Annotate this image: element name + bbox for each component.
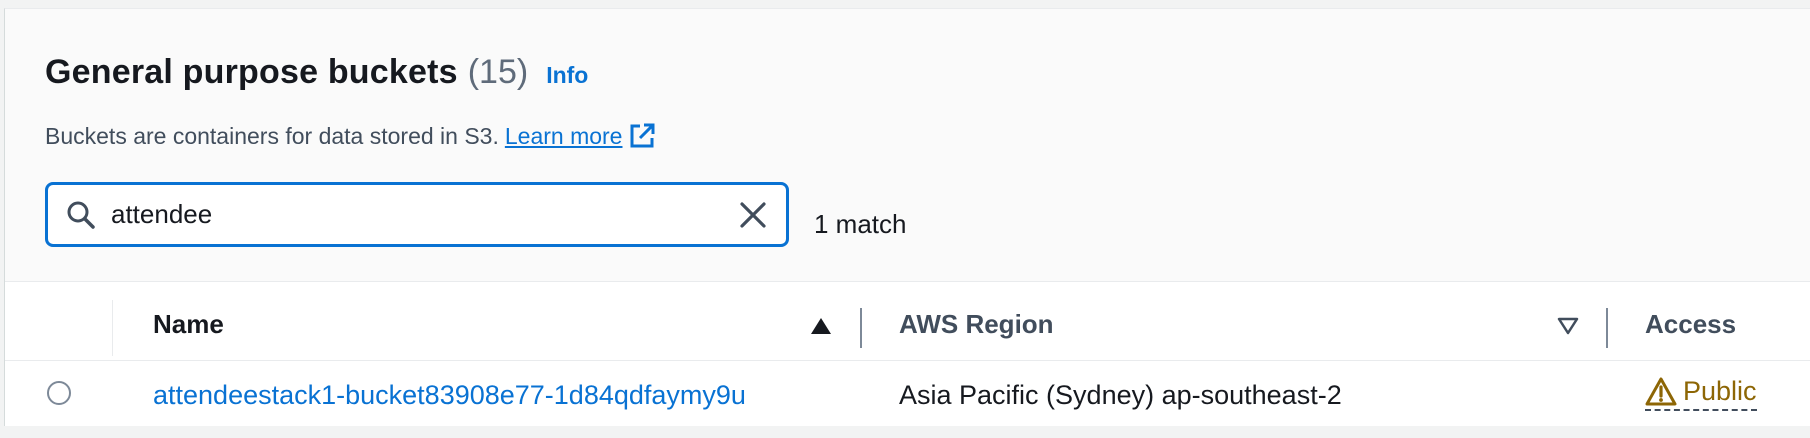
search-box	[45, 182, 789, 247]
learn-more-link[interactable]: Learn more	[505, 123, 623, 150]
external-link-icon[interactable]	[628, 122, 656, 150]
panel-header: General purpose buckets (15) Info	[45, 53, 588, 92]
column-header-region[interactable]: AWS Region	[899, 309, 1054, 340]
column-divider	[112, 300, 113, 356]
buckets-table: Name AWS Region Access attendeestack1-bu…	[5, 281, 1810, 426]
sort-ascending-icon[interactable]	[810, 317, 832, 335]
buckets-panel: General purpose buckets (15) Info Bucket…	[4, 8, 1810, 426]
info-link[interactable]: Info	[546, 62, 588, 89]
top-strip	[0, 0, 1810, 8]
description-text: Buckets are containers for data stored i…	[45, 122, 499, 149]
panel-description: Buckets are containers for data stored i…	[45, 122, 656, 150]
column-resizer[interactable]	[1606, 308, 1608, 348]
column-header-access[interactable]: Access	[1645, 309, 1736, 340]
close-icon[interactable]	[738, 200, 768, 230]
warning-icon	[1645, 377, 1677, 405]
bucket-name-link[interactable]: attendeestack1-bucket83908e77-1d84qdfaym…	[153, 380, 746, 411]
column-resizer[interactable]	[860, 308, 862, 348]
access-status[interactable]: Public	[1645, 376, 1757, 411]
search-icon	[67, 201, 95, 229]
region-cell: Asia Pacific (Sydney) ap-southeast-2	[899, 380, 1342, 410]
column-header-name[interactable]: Name	[153, 309, 224, 340]
page-title: General purpose buckets	[45, 53, 458, 91]
access-label: Public	[1683, 376, 1757, 406]
row-select-radio[interactable]	[47, 381, 71, 405]
bucket-count: (15)	[467, 53, 529, 91]
match-count: 1 match	[814, 209, 907, 239]
bottom-strip	[0, 426, 1810, 438]
sort-descending-icon[interactable]	[1557, 317, 1579, 335]
table-row: attendeestack1-bucket83908e77-1d84qdfaym…	[5, 360, 1810, 426]
table-header: Name AWS Region Access	[5, 282, 1810, 361]
search-input[interactable]	[111, 193, 711, 235]
